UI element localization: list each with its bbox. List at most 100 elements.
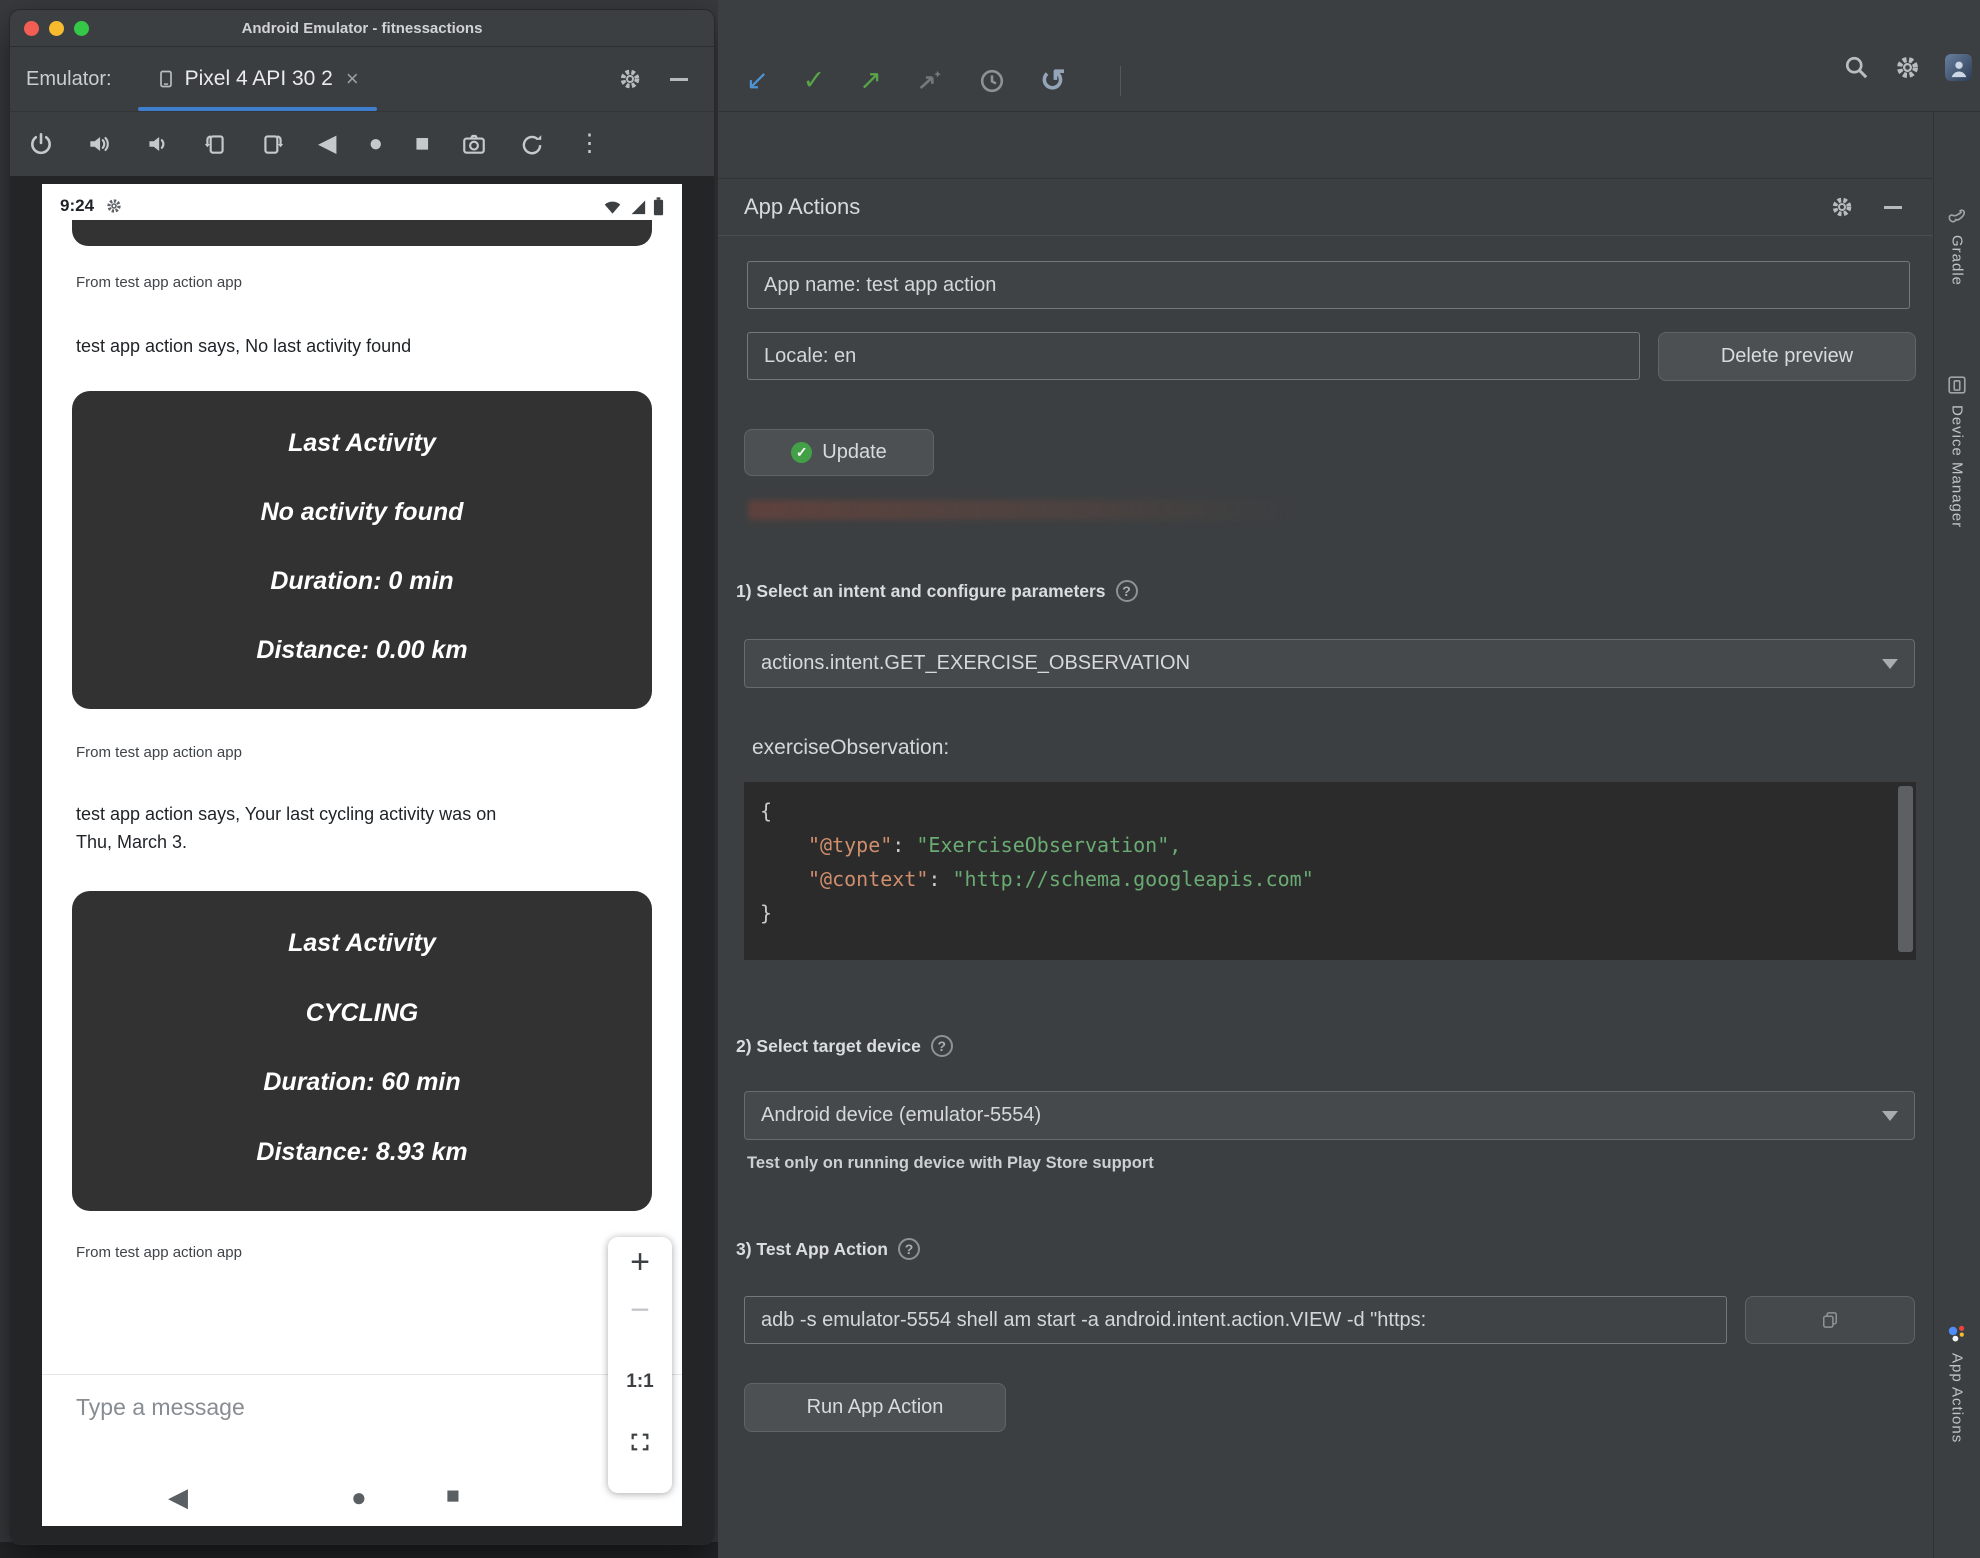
delete-preview-button[interactable]: Delete preview bbox=[1658, 332, 1916, 381]
android-overview-button[interactable]: ■ bbox=[446, 1484, 460, 1507]
sidebar-gradle-label: Gradle bbox=[1948, 235, 1966, 287]
card-title: Last Activity bbox=[288, 429, 436, 457]
sidebar-app-actions-label: App Actions bbox=[1948, 1353, 1966, 1444]
back-button-icon[interactable]: ◀ bbox=[318, 132, 336, 156]
zoom-out-button[interactable]: − bbox=[630, 1293, 650, 1327]
battery-icon bbox=[653, 196, 664, 215]
panel-minimize-icon[interactable] bbox=[1884, 205, 1902, 209]
zoom-reset-button[interactable]: 1:1 bbox=[626, 1371, 653, 1393]
android-home-button[interactable]: ● bbox=[351, 1484, 367, 1510]
section-device-text: 2) Select target device bbox=[736, 1035, 921, 1056]
panel-settings-gear-icon[interactable] bbox=[1830, 195, 1854, 219]
copy-icon bbox=[1823, 1312, 1837, 1328]
chevron-down-icon bbox=[1882, 658, 1898, 669]
composer-divider bbox=[42, 1374, 682, 1375]
android-back-button[interactable]: ◀ bbox=[168, 1484, 188, 1510]
volume-up-icon[interactable] bbox=[86, 131, 112, 157]
message-sender-label: From test app action app bbox=[76, 1244, 242, 1261]
history-clock-icon[interactable] bbox=[978, 67, 1006, 95]
ide-settings-gear-icon[interactable] bbox=[1894, 54, 1921, 81]
sync-arrow-icon[interactable] bbox=[916, 67, 944, 95]
volume-down-icon[interactable] bbox=[144, 131, 170, 157]
mac-zoom-button[interactable] bbox=[74, 20, 89, 36]
editor-scrollbar[interactable] bbox=[1898, 786, 1913, 952]
status-settings-gear-icon bbox=[107, 199, 121, 213]
tool-window-sidebar: Gradle Device Manager App Actions bbox=[1933, 112, 1980, 1558]
message-input-placeholder[interactable]: Type a message bbox=[76, 1394, 245, 1421]
previous-card-remnant bbox=[72, 220, 652, 246]
tab-active-underline bbox=[137, 107, 377, 111]
power-icon[interactable] bbox=[28, 131, 54, 157]
chat-message: test app action says, Your last cycling … bbox=[76, 804, 497, 852]
sidebar-item-device-manager[interactable]: Device Manager bbox=[1934, 374, 1980, 528]
vcs-commit-icon[interactable]: ✓ bbox=[803, 67, 826, 94]
sidebar-device-manager-label: Device Manager bbox=[1948, 405, 1966, 529]
help-icon[interactable]: ? bbox=[1115, 580, 1138, 602]
intent-dropdown[interactable]: actions.intent.GET_EXERCISE_OBSERVATION bbox=[744, 639, 1915, 688]
search-icon[interactable] bbox=[1843, 54, 1870, 81]
rotate-right-icon[interactable] bbox=[260, 131, 286, 157]
mac-close-button[interactable] bbox=[24, 20, 39, 36]
app-actions-panel-body: App name: test app action Locale: en Del… bbox=[718, 236, 1934, 1558]
fit-to-window-icon[interactable] bbox=[629, 1431, 651, 1453]
sidebar-item-gradle[interactable]: Gradle bbox=[1934, 204, 1980, 286]
zoom-in-button[interactable]: + bbox=[630, 1245, 650, 1279]
faded-status-text bbox=[748, 500, 1288, 520]
toolbar-separator bbox=[1119, 65, 1121, 96]
last-activity-card: Last Activity CYCLING Duration: 60 min D… bbox=[72, 891, 652, 1211]
code-line: "@type": "ExerciseObservation", bbox=[808, 833, 1182, 857]
json-parameter-editor[interactable]: { "@type": "ExerciseObservation", "@cont… bbox=[744, 782, 1916, 960]
parameter-name-label: exerciseObservation: bbox=[752, 736, 950, 759]
target-device-value: Android device (emulator-5554) bbox=[761, 1104, 1042, 1126]
vcs-push-icon[interactable]: ↗ bbox=[859, 67, 882, 94]
card-line: Distance: 8.93 km bbox=[256, 1137, 468, 1166]
emulator-label: Emulator: bbox=[26, 67, 112, 90]
emulator-window: Android Emulator - fitnessactions Emulat… bbox=[10, 10, 714, 1544]
emulator-titlebar: Android Emulator - fitnessactions bbox=[10, 10, 714, 47]
section-intent-text: 1) Select an intent and configure parame… bbox=[736, 580, 1106, 601]
emulator-zoom-controls: + − 1:1 bbox=[608, 1237, 672, 1493]
app-name-field[interactable]: App name: test app action bbox=[747, 261, 1910, 309]
section-test-label: 3) Test App Action ? bbox=[736, 1238, 920, 1260]
help-icon[interactable]: ? bbox=[898, 1238, 920, 1260]
ide-main-toolbar: ↙ ✓ ↗ ↺ bbox=[718, 0, 1980, 112]
camera-icon[interactable] bbox=[461, 131, 487, 157]
home-button-icon[interactable]: ● bbox=[368, 132, 383, 156]
undo-icon[interactable]: ↺ bbox=[1040, 65, 1066, 96]
update-button-label: Update bbox=[822, 441, 887, 463]
chat-message: test app action says, No last activity f… bbox=[76, 336, 412, 356]
more-options-icon[interactable]: ⋮ bbox=[577, 132, 601, 156]
chevron-down-icon bbox=[1882, 1110, 1898, 1121]
update-button[interactable]: ✓ Update bbox=[744, 429, 934, 476]
android-studio-window: ↙ ✓ ↗ ↺ App Actions App name: test app a… bbox=[718, 0, 1980, 1558]
overview-button-icon[interactable]: ■ bbox=[415, 132, 430, 156]
vcs-update-icon[interactable]: ↙ bbox=[746, 67, 769, 94]
device-tab[interactable]: Pixel 4 API 30 2 × bbox=[137, 47, 377, 111]
user-avatar[interactable] bbox=[1945, 54, 1972, 81]
emulator-settings-gear-icon[interactable] bbox=[618, 67, 642, 91]
phone-tab-icon bbox=[159, 70, 172, 88]
tab-close-icon[interactable]: × bbox=[346, 66, 359, 92]
snapshot-icon[interactable] bbox=[519, 131, 545, 157]
target-device-dropdown[interactable]: Android device (emulator-5554) bbox=[744, 1091, 1915, 1140]
gradle-icon bbox=[1948, 209, 1966, 223]
copy-command-button[interactable] bbox=[1745, 1296, 1915, 1344]
mac-minimize-button[interactable] bbox=[49, 20, 64, 36]
panel-minimize-icon[interactable] bbox=[670, 77, 688, 81]
window-title: Android Emulator - fitnessactions bbox=[241, 19, 483, 37]
run-app-action-button[interactable]: Run App Action bbox=[744, 1383, 1006, 1432]
rotate-left-icon[interactable] bbox=[202, 131, 228, 157]
signal-icon bbox=[631, 200, 646, 214]
locale-field[interactable]: Locale: en bbox=[747, 332, 1640, 380]
message-sender-label: From test app action app bbox=[76, 274, 242, 291]
help-icon[interactable]: ? bbox=[930, 1035, 953, 1057]
sidebar-item-app-actions[interactable]: App Actions bbox=[1934, 1322, 1980, 1443]
card-line: No activity found bbox=[260, 498, 464, 526]
code-line: "@context": "http://schema.googleapis.co… bbox=[808, 867, 1314, 891]
avatar-silhouette-icon bbox=[1951, 61, 1966, 77]
app-actions-panel-header: App Actions bbox=[718, 178, 1934, 236]
card-line: Duration: 0 min bbox=[270, 567, 454, 595]
section-device-label: 2) Select target device ? bbox=[736, 1035, 953, 1057]
adb-command-field[interactable]: adb -s emulator-5554 shell am start -a a… bbox=[744, 1296, 1727, 1344]
panel-title: App Actions bbox=[744, 194, 861, 219]
